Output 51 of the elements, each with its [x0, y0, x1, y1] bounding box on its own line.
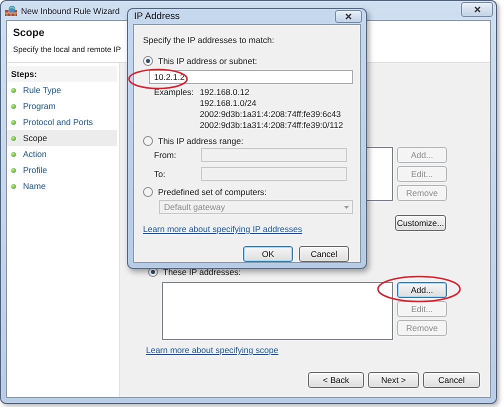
step-item[interactable]: Name — [7, 178, 117, 194]
add-button[interactable]: Add... — [397, 282, 447, 298]
next-button[interactable]: Next > — [368, 372, 419, 388]
step-item[interactable]: Protocol and Ports — [7, 114, 117, 130]
customize-button[interactable]: Customize... — [395, 215, 446, 231]
ok-button[interactable]: OK — [243, 246, 293, 262]
option-label: Predefined set of computers: — [158, 187, 267, 197]
radio-button[interactable] — [143, 136, 153, 146]
page-title: Scope — [13, 27, 46, 39]
example-text: 192.168.0.12 — [200, 87, 250, 98]
step-dot-icon — [11, 88, 16, 92]
examples-label: Examples: — [154, 87, 194, 99]
close-icon — [345, 13, 352, 20]
dropdown-arrow-icon — [344, 206, 349, 208]
cancel-button[interactable]: Cancel — [423, 372, 480, 388]
step-dot-icon — [11, 104, 16, 108]
step-item[interactable]: Profile — [7, 162, 117, 178]
back-button[interactable]: < Back — [308, 372, 364, 388]
close-icon — [474, 6, 480, 13]
example-text: 192.168.1.0/24 — [200, 98, 258, 109]
step-dot-icon — [11, 152, 16, 156]
firewall-icon — [5, 5, 17, 16]
address-field[interactable]: 10.2.1.2 — [149, 70, 353, 84]
highlight-ellipse — [128, 68, 188, 90]
step-item[interactable]: Rule Type — [7, 82, 117, 98]
steps-heading: Steps: — [7, 66, 117, 82]
cancel-button[interactable]: Cancel — [299, 246, 349, 262]
step-dot-icon — [11, 168, 16, 172]
help-link[interactable]: Learn more about specifying IP addresses — [143, 224, 302, 234]
prompt-text: Specify the IP addresses to match: — [143, 35, 276, 45]
example-text: 2002:9d3b:1a31:4:208:74ff:fe39:0/112 — [200, 120, 344, 131]
step-item[interactable]: Program — [7, 98, 117, 114]
field-label: To: — [154, 169, 166, 179]
step-item[interactable]: Scope — [7, 130, 117, 146]
close-button[interactable] — [335, 10, 362, 23]
radio-button[interactable] — [143, 187, 153, 197]
option-label: These IP addresses: — [163, 267, 241, 277]
step-dot-icon — [11, 136, 16, 140]
radio-button[interactable] — [143, 56, 153, 66]
field-label: From: — [154, 150, 178, 160]
dropdown-value: Default gateway — [164, 202, 225, 212]
step-item[interactable]: Action — [7, 146, 117, 162]
window-title: New Inbound Rule Wizard — [21, 6, 120, 16]
help-link[interactable]: Learn more about specifying scope — [146, 345, 278, 355]
option-label: This IP address or subnet: — [158, 56, 258, 66]
close-button[interactable] — [461, 2, 493, 17]
option-label: This IP address range: — [158, 136, 244, 146]
dialog-title: IP Address — [134, 11, 180, 22]
step-dot-icon — [11, 120, 16, 124]
step-dot-icon — [11, 184, 16, 188]
example-text: 2002:9d3b:1a31:4:208:74ff:fe39:6c43 — [200, 109, 342, 120]
